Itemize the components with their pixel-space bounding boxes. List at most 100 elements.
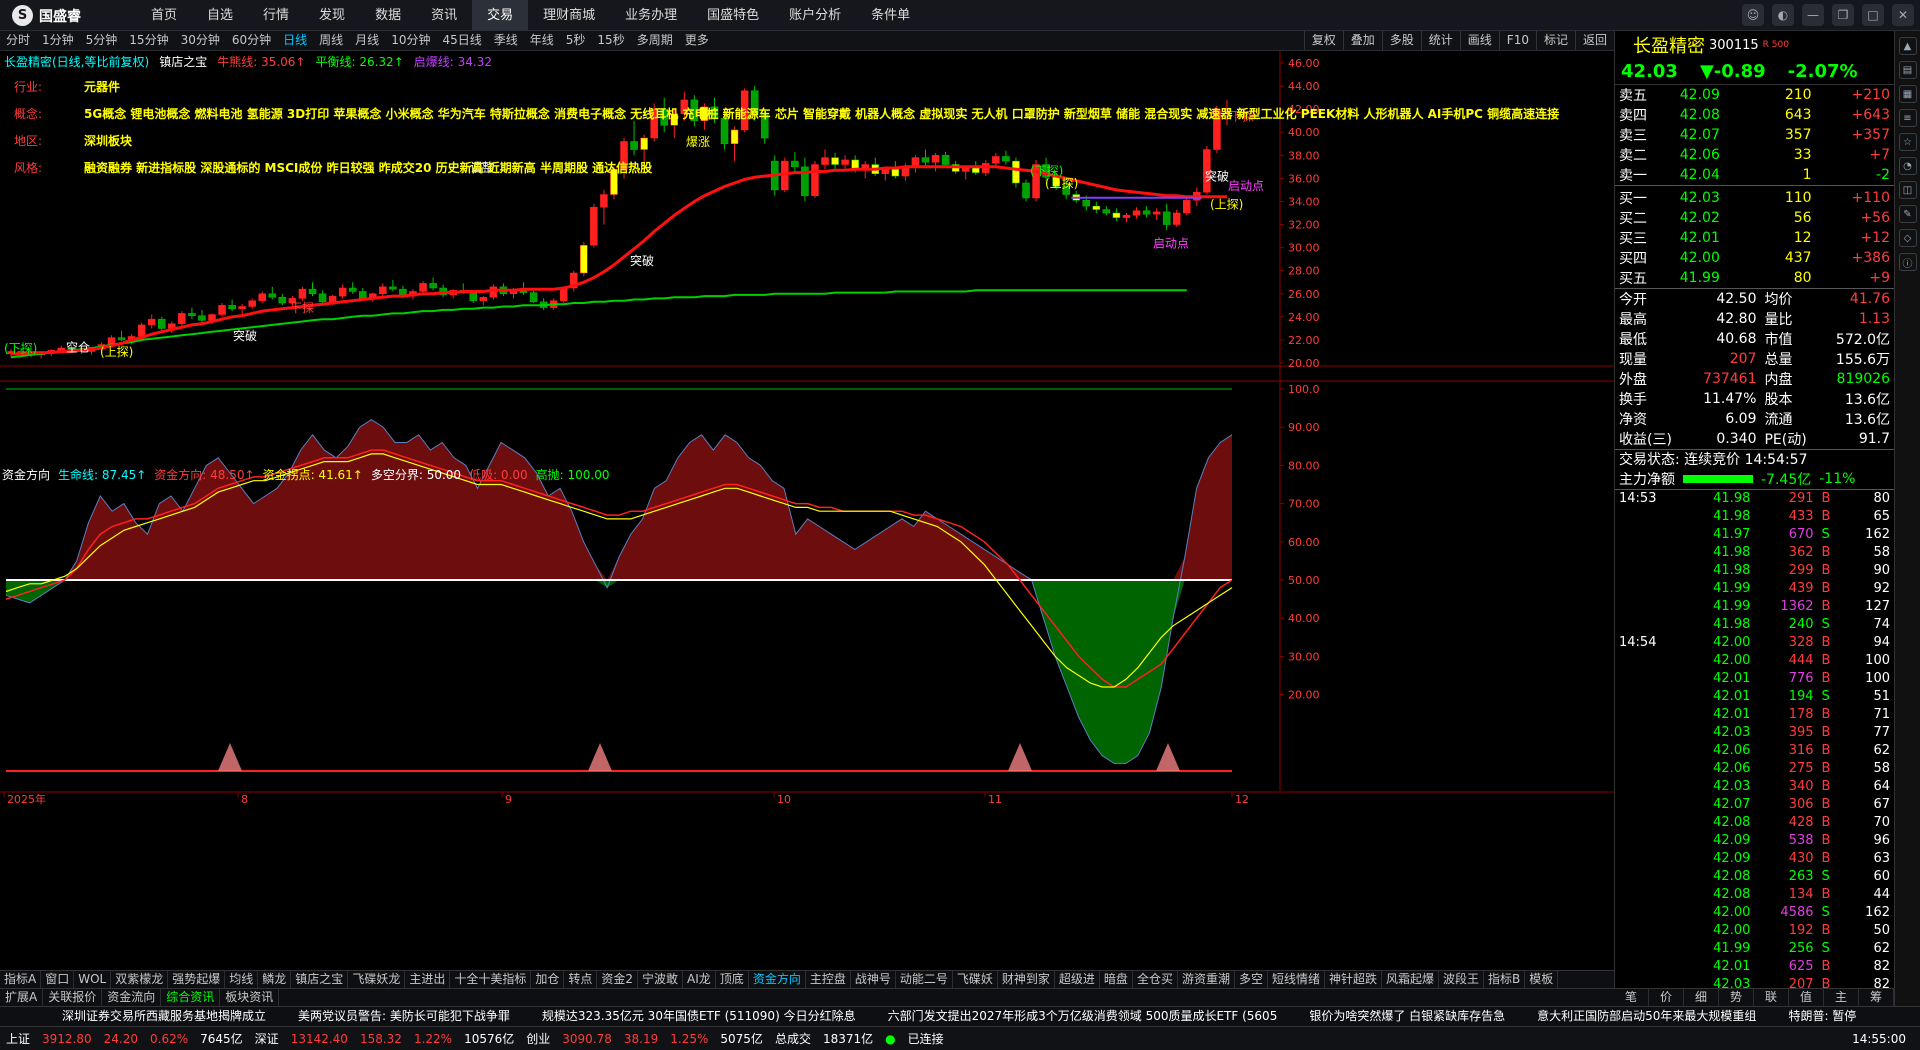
menu-item[interactable]: 国盛特色 — [692, 0, 774, 31]
indicator-tab[interactable]: 资金2 — [597, 971, 639, 988]
tool-button[interactable]: 返回 — [1574, 31, 1614, 50]
ticker-item[interactable]: 六部门发文提出2027年形成3个万亿级消费领域 500质量成长ETF (5605 — [888, 1007, 1278, 1026]
grid-icon[interactable]: ▦ — [1898, 85, 1917, 103]
indicator-name[interactable]: 镇店之宝 — [159, 53, 207, 70]
indicator-tab[interactable]: 全仓买 — [1133, 971, 1178, 988]
order-row[interactable]: 买二 42.02 56 +56 — [1615, 208, 1894, 228]
indicator-tab[interactable]: 游资重潮 — [1178, 971, 1235, 988]
ticker-item[interactable]: 意大利正国防部启动50年来最大规模重组 — [1537, 1007, 1756, 1026]
menu-item[interactable]: 数据 — [360, 0, 416, 31]
close-icon[interactable]: ✕ — [1892, 4, 1914, 26]
list-icon[interactable]: ≡ — [1898, 109, 1917, 127]
indicator-tab[interactable]: 超级进 — [1055, 971, 1100, 988]
indicator-tab[interactable]: 窗口 — [41, 971, 75, 988]
tick-row[interactable]: 42.06 275 B 58 — [1615, 759, 1894, 777]
tick-row[interactable]: 42.06 316 B 62 — [1615, 741, 1894, 759]
layers-icon[interactable]: ◫ — [1898, 181, 1917, 199]
sz-index-label[interactable]: 深证 — [255, 1030, 279, 1047]
kline-chart[interactable]: 46.0044.0042.0040.0038.0036.0034.0032.00… — [0, 51, 1614, 970]
order-row[interactable]: 买五 41.99 80 +9 — [1615, 268, 1894, 288]
restore-icon[interactable]: ❐ — [1832, 4, 1854, 26]
ticker-item[interactable]: 深圳证券交易所西藏服务基地揭牌成立 — [62, 1007, 266, 1026]
tick-row[interactable]: 14:54 42.00 328 B 94 — [1615, 633, 1894, 651]
period-tab[interactable]: 周线 — [313, 31, 349, 50]
tick-row[interactable]: 42.01 625 B 82 — [1615, 957, 1894, 975]
tick-list[interactable]: 14:53 41.98 291 B 80 41.98 433 B 65 41.97 670 S 162 4… — [1615, 488, 1894, 994]
quote-tab[interactable]: 势 — [1719, 989, 1754, 1006]
quote-tab[interactable]: 价 — [1649, 989, 1684, 1006]
indicator-tab[interactable]: 主进出 — [405, 971, 451, 988]
quote-tab[interactable]: 筹 — [1859, 989, 1894, 1006]
indicator-tab[interactable]: 十全十美指标 — [450, 971, 532, 988]
maximize-icon[interactable]: □ — [1862, 4, 1884, 26]
tick-row[interactable]: 42.08 134 B 44 — [1615, 885, 1894, 903]
indicator-tab[interactable]: 暗盘 — [1100, 971, 1133, 988]
menu-item[interactable]: 条件单 — [856, 0, 925, 31]
indicator-tab[interactable]: 模板 — [1525, 971, 1559, 988]
tool-button[interactable]: 叠加 — [1342, 31, 1382, 50]
indicator-tab[interactable]: AI龙 — [683, 971, 716, 988]
news-tab[interactable]: 扩展A — [0, 989, 44, 1006]
tool-button[interactable]: 多股 — [1381, 31, 1421, 50]
info-icon[interactable]: ⓘ — [1898, 253, 1917, 271]
minimize-icon[interactable]: — — [1802, 4, 1824, 26]
period-tab[interactable]: 10分钟 — [385, 31, 436, 50]
period-tab[interactable]: 1分钟 — [36, 31, 80, 50]
tick-row[interactable]: 41.99 439 B 92 — [1615, 579, 1894, 597]
order-row[interactable]: 买一 42.03 110 +110 — [1615, 188, 1894, 208]
indicator-tab[interactable]: 短线情绪 — [1268, 971, 1325, 988]
tick-row[interactable]: 42.09 538 B 96 — [1615, 831, 1894, 849]
order-row[interactable]: 卖二 42.06 33 +7 — [1615, 145, 1894, 165]
tool-button[interactable]: 画线 — [1459, 31, 1499, 50]
tick-row[interactable]: 42.09 430 B 63 — [1615, 849, 1894, 867]
menu-item[interactable]: 业务办理 — [610, 0, 692, 31]
period-tab[interactable]: 45日线 — [436, 31, 487, 50]
menu-item[interactable]: 行情 — [248, 0, 304, 31]
news-tab[interactable]: 资金流向 — [102, 989, 162, 1006]
indicator-tab[interactable]: 加仓 — [531, 971, 565, 988]
indicator-tab[interactable]: 转点 — [564, 971, 598, 988]
order-row[interactable]: 卖三 42.07 357 +357 — [1615, 125, 1894, 145]
order-row[interactable]: 卖五 42.09 210 +210 — [1615, 85, 1894, 105]
indicator-tab[interactable]: 顶底 — [716, 971, 749, 988]
bell-icon[interactable]: ◔ — [1898, 157, 1917, 175]
star-icon[interactable]: ☆ — [1898, 133, 1917, 151]
tick-row[interactable]: 14:53 41.98 291 B 80 — [1615, 489, 1894, 507]
period-tab[interactable]: 年线 — [524, 31, 560, 50]
sh-index-label[interactable]: 上证 — [6, 1030, 30, 1047]
menu-item[interactable]: 资讯 — [416, 0, 472, 31]
indicator-tab[interactable]: 指标A — [0, 971, 42, 988]
indicator-tab[interactable]: 资金方向 — [749, 971, 806, 988]
ticker-item[interactable]: 规模达323.35亿元 30年国债ETF (511090) 今日分红除息 — [542, 1007, 856, 1026]
tick-row[interactable]: 42.00 192 B 50 — [1615, 921, 1894, 939]
quote-tab[interactable]: 联 — [1754, 989, 1789, 1006]
menu-item[interactable]: 发现 — [304, 0, 360, 31]
order-row[interactable]: 买三 42.01 12 +12 — [1615, 228, 1894, 248]
tick-row[interactable]: 42.07 306 B 67 — [1615, 795, 1894, 813]
period-tab[interactable]: 5分钟 — [80, 31, 124, 50]
indicator-tab[interactable]: 指标B — [1484, 971, 1526, 988]
tick-row[interactable]: 41.98 433 B 65 — [1615, 507, 1894, 525]
indicator-tab[interactable]: 宁波敢 — [638, 971, 684, 988]
tool-button[interactable]: 统计 — [1420, 31, 1460, 50]
indicator-tab[interactable]: 鳞龙 — [258, 971, 292, 988]
menu-item[interactable]: 自选 — [192, 0, 248, 31]
tick-row[interactable]: 41.99 256 S 62 — [1615, 939, 1894, 957]
ticker-item[interactable]: 银价为啥突然爆了 白银紧缺库存告急 — [1309, 1007, 1505, 1026]
tool-button[interactable]: 复权 — [1303, 31, 1343, 50]
period-tab[interactable]: 日线 — [277, 31, 313, 50]
indicator-tab[interactable]: 主控盘 — [806, 971, 851, 988]
quote-tab[interactable]: 主 — [1824, 989, 1859, 1006]
indicator-tab[interactable]: 强势起爆 — [168, 971, 226, 988]
chat-icon[interactable]: ☺ — [1742, 4, 1764, 26]
tool-button[interactable]: 标记 — [1535, 31, 1575, 50]
tick-row[interactable]: 42.00 4586 S 162 — [1615, 903, 1894, 921]
tick-row[interactable]: 41.99 1362 B 127 — [1615, 597, 1894, 615]
period-tab[interactable]: 60分钟 — [226, 31, 277, 50]
quote-tab[interactable]: 值 — [1789, 989, 1824, 1006]
indicator-tab[interactable]: 财神到家 — [998, 971, 1055, 988]
skin-icon[interactable]: ◐ — [1772, 4, 1794, 26]
indicator-tab[interactable]: 风霜起爆 — [1382, 971, 1440, 988]
period-tab[interactable]: 月线 — [349, 31, 385, 50]
tool-button[interactable]: F10 — [1498, 31, 1536, 50]
